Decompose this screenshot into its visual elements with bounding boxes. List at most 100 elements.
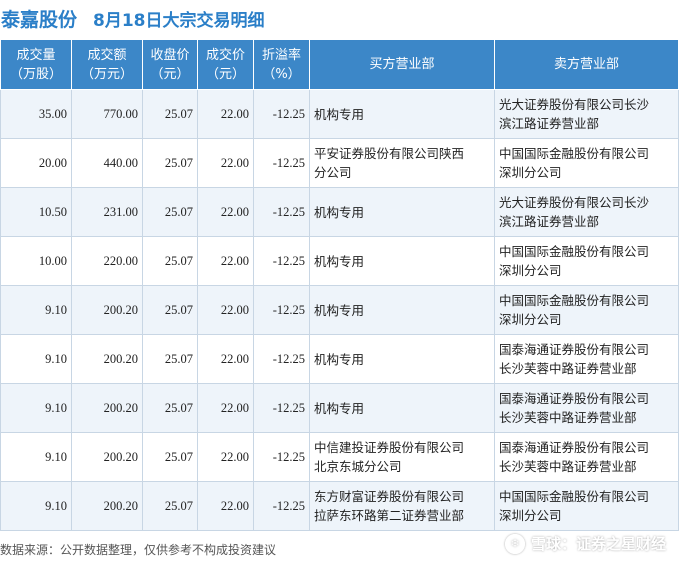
cell-volume: 9.10 [0,285,72,335]
seller-line: 光大证券股份有限公司长沙 [499,97,650,112]
cell-deal-price: 22.00 [197,187,254,237]
cell-buyer: 机构专用 [309,334,495,384]
cell-seller: 国泰海通证券股份有限公司 长沙芙蓉中路证券营业部 [494,383,679,433]
buyer-line: 北京东城分公司 [314,459,402,474]
cell-volume: 9.10 [0,334,72,384]
buyer-line: 平安证券股份有限公司陕西 [314,146,465,161]
buyer-line: 机构专用 [314,253,365,269]
cell-close-price: 25.07 [142,481,198,531]
snowball-icon: ❄ [504,533,525,554]
cell-amount: 231.00 [71,187,143,237]
buyer-line: 机构专用 [314,351,365,367]
seller-line: 国泰海通证券股份有限公司 [499,391,650,406]
seller-line: 深圳分公司 [499,165,562,180]
cell-buyer: 机构专用 [309,187,495,237]
buyer-line: 分公司 [314,165,352,180]
cell-volume: 10.50 [0,187,72,237]
seller-line: 国泰海通证券股份有限公司 [499,342,650,357]
cell-premium: -12.25 [253,285,310,335]
cell-amount: 440.00 [71,138,143,188]
cell-seller: 中国国际金融股份有限公司 深圳分公司 [494,138,679,188]
seller-line: 滨江路证券营业部 [499,214,600,229]
seller-line: 中国国际金融股份有限公司 [499,293,650,308]
cell-premium: -12.25 [253,383,310,433]
seller-line: 长沙芙蓉中路证券营业部 [499,410,637,425]
cell-premium: -12.25 [253,187,310,237]
table-row: 35.00 770.00 25.07 22.00 -12.25 机构专用 光大证券股份有限公… [0,89,679,139]
seller-line: 滨江路证券营业部 [499,116,600,131]
cell-premium: -12.25 [253,89,310,139]
seller-line: 深圳分公司 [499,508,562,523]
cell-amount: 200.20 [71,383,143,433]
cell-amount: 200.20 [71,334,143,384]
cell-buyer: 机构专用 [309,236,495,286]
cell-seller: 中国国际金融股份有限公司 深圳分公司 [494,481,679,531]
seller-line: 中国国际金融股份有限公司 [499,489,650,504]
cell-seller: 光大证券股份有限公司长沙 滨江路证券营业部 [494,89,679,139]
data-source-note: 数据来源：公开数据整理，仅供参考不构成投资建议 [0,543,277,557]
cell-buyer: 中信建投证券股份有限公司 北京东城分公司 [309,432,495,482]
brand-label: 雪球：证券之星财经 [530,535,666,553]
seller-line: 深圳分公司 [499,263,562,278]
cell-volume: 35.00 [0,89,72,139]
table-row: 10.00 220.00 25.07 22.00 -12.25 机构专用 中国国际金融股份有… [0,236,679,286]
seller-line: 光大证券股份有限公司长沙 [499,195,650,210]
header-volume: 成交量 （万股） [0,39,72,90]
cell-deal-price: 22.00 [197,334,254,384]
table-row: 9.10 200.20 25.07 22.00 -12.25 机构专用 国泰海通证券股份有限… [0,334,679,384]
buyer-line: 机构专用 [314,106,365,122]
cell-close-price: 25.07 [142,383,198,433]
cell-close-price: 25.07 [142,236,198,286]
cell-deal-price: 22.00 [197,383,254,433]
cell-volume: 9.10 [0,432,72,482]
stock-name: 泰嘉股份 [1,8,78,31]
cell-buyer: 东方财富证券股份有限公司 拉萨东环路第二证券营业部 [309,481,495,531]
cell-buyer: 平安证券股份有限公司陕西 分公司 [309,138,495,188]
cell-premium: -12.25 [253,236,310,286]
cell-amount: 220.00 [71,236,143,286]
buyer-line: 机构专用 [314,204,365,220]
seller-line: 国泰海通证券股份有限公司 [499,440,650,455]
cell-amount: 200.20 [71,481,143,531]
cell-close-price: 25.07 [142,285,198,335]
cell-amount: 200.20 [71,285,143,335]
cell-amount: 200.20 [71,432,143,482]
cell-premium: -12.25 [253,432,310,482]
cell-deal-price: 22.00 [197,481,254,531]
brand-watermark: ❄ 雪球：证券之星财经 [504,533,666,554]
seller-line: 深圳分公司 [499,312,562,327]
cell-close-price: 25.07 [142,334,198,384]
cell-deal-price: 22.00 [197,432,254,482]
buyer-line: 中信建投证券股份有限公司 [314,440,465,455]
table-row: 9.10 200.20 25.07 22.00 -12.25 中信建投证券股份有限公司 北京… [0,432,679,482]
buyer-line: 东方财富证券股份有限公司 [314,489,465,504]
table-row: 9.10 200.20 25.07 22.00 -12.25 机构专用 国泰海通证券股份有限… [0,383,679,433]
cell-seller: 中国国际金融股份有限公司 深圳分公司 [494,285,679,335]
cell-buyer: 机构专用 [309,89,495,139]
cell-buyer: 机构专用 [309,383,495,433]
header-close-price: 收盘价 （元） [142,39,198,90]
buyer-line: 机构专用 [314,400,365,416]
seller-line: 中国国际金融股份有限公司 [499,146,650,161]
cell-close-price: 25.07 [142,138,198,188]
table-row: 9.10 200.20 25.07 22.00 -12.25 机构专用 中国国际金融股份有限… [0,285,679,335]
cell-deal-price: 22.00 [197,89,254,139]
cell-close-price: 25.07 [142,187,198,237]
cell-volume: 10.00 [0,236,72,286]
cell-close-price: 25.07 [142,89,198,139]
cell-seller: 中国国际金融股份有限公司 深圳分公司 [494,236,679,286]
table-header-row: 成交量 （万股） 成交额 （万元） 收盘价 （元） 成交价 （元） 折溢率 （%） 买方营… [0,39,679,90]
header-amount: 成交额 （万元） [71,39,143,90]
seller-line: 中国国际金融股份有限公司 [499,244,650,259]
header-premium: 折溢率 （%） [253,39,310,90]
cell-seller: 国泰海通证券股份有限公司 长沙芙蓉中路证券营业部 [494,432,679,482]
buyer-line: 拉萨东环路第二证券营业部 [314,508,465,523]
buyer-line: 机构专用 [314,302,365,318]
cell-seller: 国泰海通证券股份有限公司 长沙芙蓉中路证券营业部 [494,334,679,384]
cell-seller: 光大证券股份有限公司长沙 滨江路证券营业部 [494,187,679,237]
header-seller: 卖方营业部 [494,39,679,90]
header-buyer: 买方营业部 [309,39,495,90]
header-deal-price: 成交价 （元） [197,39,254,90]
cell-premium: -12.25 [253,481,310,531]
cell-deal-price: 22.00 [197,138,254,188]
